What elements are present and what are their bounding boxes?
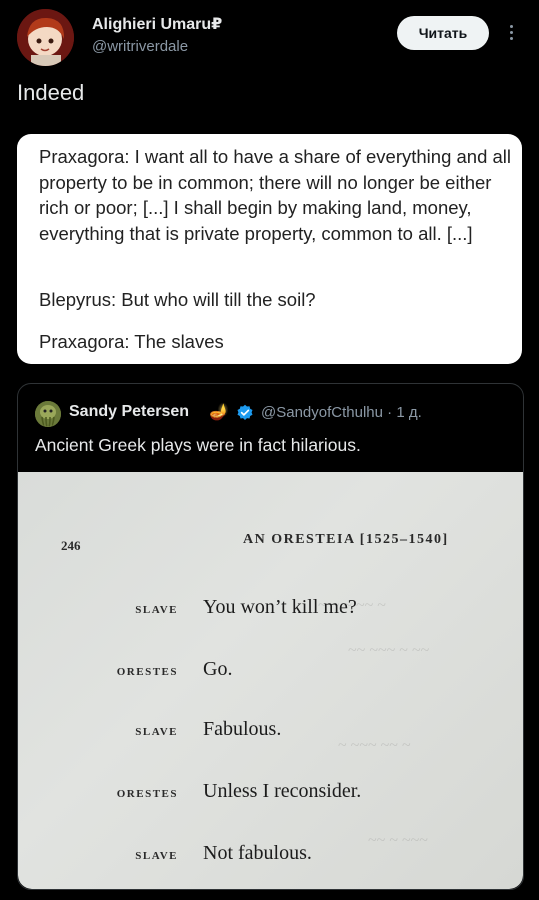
follow-button[interactable]: Читать bbox=[397, 16, 489, 50]
quoted-author-avatar bbox=[35, 401, 61, 427]
quote-paragraph: Praxagora: I want all to have a share of… bbox=[39, 146, 512, 244]
speaker-label: ORESTES bbox=[116, 788, 178, 800]
quoted-tweet-text: Ancient Greek plays were in fact hilario… bbox=[35, 435, 361, 455]
dialogue-line: Not fabulous. bbox=[203, 842, 312, 864]
speaker-label: SLAVE bbox=[135, 604, 178, 616]
quoted-tweet[interactable]: Sandy Petersen 🪔 @SandyofCthulhu · 1 д. … bbox=[17, 383, 524, 890]
quoted-tweet-meta: @SandyofCthulhu · 1 д. bbox=[261, 404, 422, 421]
tweet-text: Indeed bbox=[17, 80, 85, 105]
cthulhu-avatar-icon bbox=[35, 401, 61, 427]
bleed-through-text: ~ ~~~ ~~ ~ bbox=[338, 737, 411, 754]
author-display-name[interactable]: Alighieri Umaru₽ bbox=[92, 14, 222, 34]
dialogue-line: Go. bbox=[203, 658, 233, 680]
avatar-illustration bbox=[17, 9, 74, 66]
avatar[interactable] bbox=[17, 9, 74, 66]
dialogue-line: Unless I reconsider. bbox=[203, 780, 362, 802]
quote-paragraph: Praxagora: The slaves bbox=[39, 331, 224, 352]
verified-badge-icon bbox=[237, 404, 253, 420]
quoted-tweet-time: · 1 д. bbox=[387, 404, 422, 421]
tweet-header: Alighieri Umaru₽ @writriverdale Читать bbox=[0, 0, 539, 80]
lamp-emoji-icon: 🪔 bbox=[209, 404, 229, 421]
dialogue-line: Fabulous. bbox=[203, 718, 282, 740]
speaker-label: SLAVE bbox=[135, 850, 178, 862]
running-head: AN ORESTEIA [1525–1540] bbox=[243, 532, 449, 547]
bleed-through-text: ~~ ~~~ ~ ~~ bbox=[348, 642, 430, 659]
speaker-label: ORESTES bbox=[116, 666, 178, 678]
more-options-icon[interactable] bbox=[503, 22, 519, 46]
dialogue-line: You won’t kill me? bbox=[203, 596, 357, 618]
quote-paragraph: Blepyrus: But who will till the soil? bbox=[39, 289, 316, 310]
quoted-author-handle: @SandyofCthulhu bbox=[261, 404, 383, 421]
bleed-through-text: ~~ ~ ~~~ bbox=[368, 832, 428, 849]
speaker-label: SLAVE bbox=[135, 726, 178, 738]
quoted-author-name: Sandy Petersen bbox=[69, 403, 190, 420]
page-number: 246 bbox=[61, 538, 81, 553]
book-page-photo[interactable]: ~ ~ ~ ~~ ~ ~~ ~~~ ~ ~~ ~ ~~~ ~~ ~ ~~ ~ ~… bbox=[18, 472, 523, 889]
author-handle[interactable]: @writriverdale bbox=[92, 38, 188, 55]
attached-quote-image[interactable]: Praxagora: I want all to have a share of… bbox=[17, 134, 522, 364]
